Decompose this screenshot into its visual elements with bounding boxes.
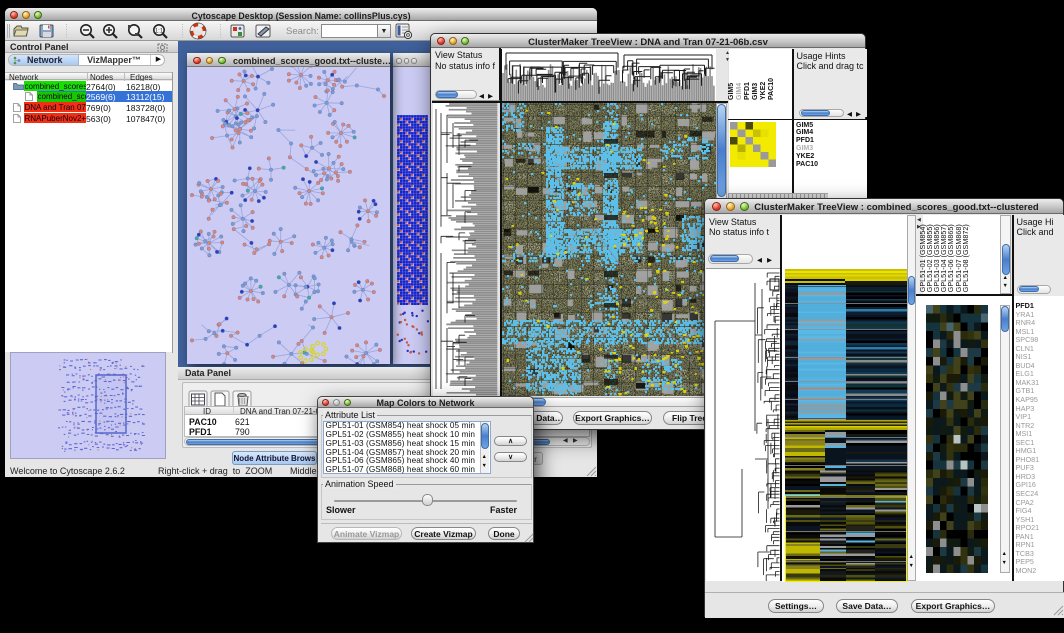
svg-text:1:1: 1:1 <box>155 29 164 35</box>
svg-text:Search:: Search: <box>286 26 319 37</box>
